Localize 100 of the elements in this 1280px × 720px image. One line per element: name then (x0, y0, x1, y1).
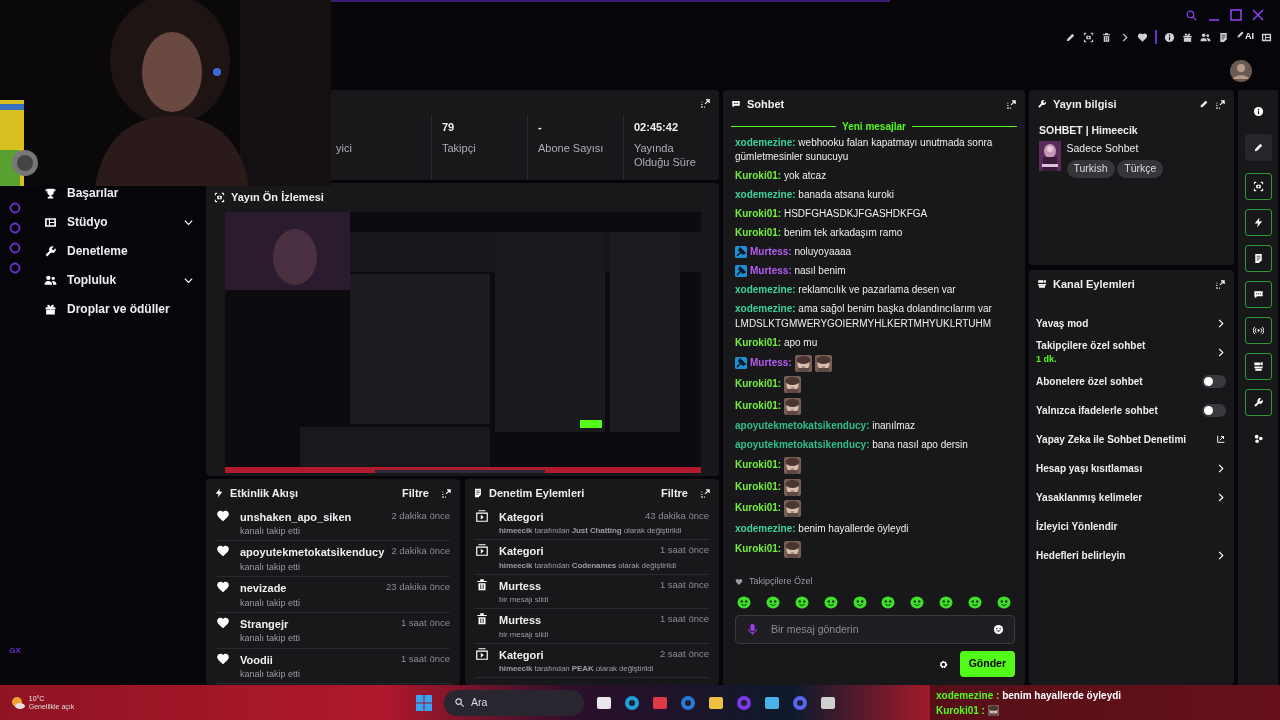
emote-icon (794, 354, 812, 372)
pencil-button[interactable] (1244, 134, 1272, 161)
camera-button[interactable] (1244, 173, 1272, 200)
emote-icon[interactable] (794, 595, 809, 610)
emote-icon[interactable] (737, 595, 751, 610)
wrench-button[interactable] (1244, 389, 1272, 416)
browser-logo: GX (9, 645, 21, 657)
camera-icon (1252, 181, 1264, 192)
emote-icon[interactable] (852, 595, 867, 610)
filter-button[interactable]: Filtre (655, 485, 694, 502)
heart-icon[interactable] (1137, 31, 1148, 43)
chat-button[interactable] (1244, 281, 1272, 308)
app-icon[interactable] (596, 694, 612, 711)
settings-row[interactable]: Hesap yaşı kısıtlaması (1029, 453, 1234, 483)
filter-button[interactable]: Filtre (396, 485, 435, 502)
emote-icon[interactable] (910, 595, 925, 610)
chat-message: xodemezine: webhooku falan kapatmayı unutmada sonra gümletmesinler sunucuyu (735, 135, 994, 164)
action-detail: bir mesajı sildi (499, 629, 550, 640)
expand-icon[interactable] (1006, 98, 1017, 110)
tag[interactable]: Türkçe (1117, 159, 1164, 178)
chat-message: apoyutekmetokatsikenducy: inanılmaz (735, 419, 916, 433)
expand-icon[interactable] (700, 98, 711, 109)
app-icon[interactable] (624, 694, 640, 711)
toggle-switch[interactable] (1202, 374, 1226, 388)
setting-label: Yalnızca ifadelerle sohbet (1036, 404, 1158, 416)
message-box[interactable]: Bir mesaj gönderin (735, 615, 1015, 645)
nav-item[interactable]: Droplar ve ödüller (34, 298, 202, 320)
start-icon[interactable] (416, 694, 432, 711)
dots-icon (1252, 433, 1264, 444)
username: Kuroki01: (735, 458, 782, 473)
broadcast-button[interactable] (1244, 317, 1272, 344)
search-icon (454, 697, 465, 708)
timestamp: 43 dakika önce (645, 508, 709, 523)
search-icon[interactable] (1185, 9, 1198, 22)
edit-icon[interactable] (1199, 99, 1209, 110)
panel-title: Yayın bilgisi (1053, 97, 1117, 112)
tag[interactable]: Turkish (1066, 159, 1115, 178)
wrench-icon (1037, 99, 1047, 110)
action-title: Murtess (499, 578, 542, 594)
nav-item[interactable]: Denetleme (34, 240, 202, 262)
settings-row[interactable]: Yavaş mod (1029, 308, 1234, 338)
emote-icon[interactable] (881, 595, 896, 610)
app-icon[interactable] (820, 694, 836, 711)
trash-icon (475, 577, 489, 592)
category-icon (475, 646, 489, 661)
heart-icon (216, 544, 230, 559)
nav-item[interactable]: Stüdyo (34, 211, 202, 233)
note-button[interactable] (1244, 245, 1272, 272)
message-field[interactable]: Bir mesaj gönderin (769, 620, 983, 639)
close-icon[interactable] (1252, 9, 1264, 21)
sidebar-icon[interactable] (9, 202, 21, 214)
settings-row[interactable]: Takipçilere özel sohbet 1 dk. (1029, 337, 1234, 367)
send-button[interactable]: Gönder (959, 651, 1015, 677)
chat-message: xodemezine: ama sağol benim başka dolandıncılarım var LMDSLKTGMWERYGOIERMYHLKERTMHYUKLRTUHM (735, 302, 993, 331)
sidebar-icon[interactable] (9, 222, 21, 234)
external-link-icon[interactable] (1216, 434, 1226, 444)
broadcast-icon (1252, 325, 1264, 336)
actions-button[interactable] (1244, 353, 1272, 380)
lightning-icon (214, 488, 224, 499)
emote-icon[interactable] (996, 595, 1011, 610)
bolt-button[interactable] (1244, 209, 1272, 236)
emote-icon (784, 540, 802, 558)
nav-item[interactable]: Topluluk (34, 269, 202, 291)
toggle-switch[interactable] (1202, 403, 1226, 417)
wrench-icon (44, 244, 57, 258)
settings-row[interactable]: Yasaklanmış kelimeler (1029, 482, 1234, 512)
divider-label: Yeni mesajlar (842, 119, 906, 134)
expand-icon[interactable] (1215, 98, 1226, 110)
snapshot-icon[interactable] (1083, 31, 1094, 43)
settings-icon[interactable] (937, 658, 949, 670)
username: unshaken_apo_siken (240, 509, 352, 525)
emote-icon[interactable] (823, 595, 838, 610)
heart-icon (216, 580, 230, 594)
maximize-icon[interactable] (1230, 9, 1242, 21)
nav-item[interactable]: Başarılar (34, 182, 202, 204)
moderator-badge (735, 246, 747, 259)
setting-label: Abonelere özel sohbet (1036, 375, 1143, 387)
action-detail: bir mesajı sildi (499, 595, 550, 605)
emote-icon[interactable] (765, 595, 780, 610)
expand-icon[interactable] (700, 487, 711, 499)
app-icon[interactable] (764, 694, 780, 711)
ai-button[interactable]: AI (1236, 30, 1254, 44)
chat-icon (1252, 289, 1264, 300)
stat-value: 02:45:42 (634, 120, 680, 135)
sidebar-icon[interactable] (9, 262, 21, 274)
search-field[interactable]: Ara (444, 689, 584, 716)
channel-actions-icon (1252, 361, 1264, 372)
emote-icon[interactable] (968, 595, 982, 610)
setting-label: Yavaş mod (1036, 317, 1089, 329)
sidebar-icon[interactable] (9, 242, 21, 254)
avatar[interactable] (1230, 60, 1252, 82)
weather-icon[interactable] (10, 694, 26, 711)
people-icon (44, 273, 57, 287)
event-text: kanalı takip etti (240, 526, 302, 538)
app-icon[interactable] (708, 694, 724, 711)
chat-message: Kuroki01: yok atcaz (735, 169, 827, 183)
settings-row[interactable]: Hedefleri belirleyin (1029, 540, 1234, 570)
expand-icon[interactable] (441, 487, 452, 499)
emote-icon[interactable] (939, 595, 954, 610)
expand-icon[interactable] (1215, 278, 1226, 290)
